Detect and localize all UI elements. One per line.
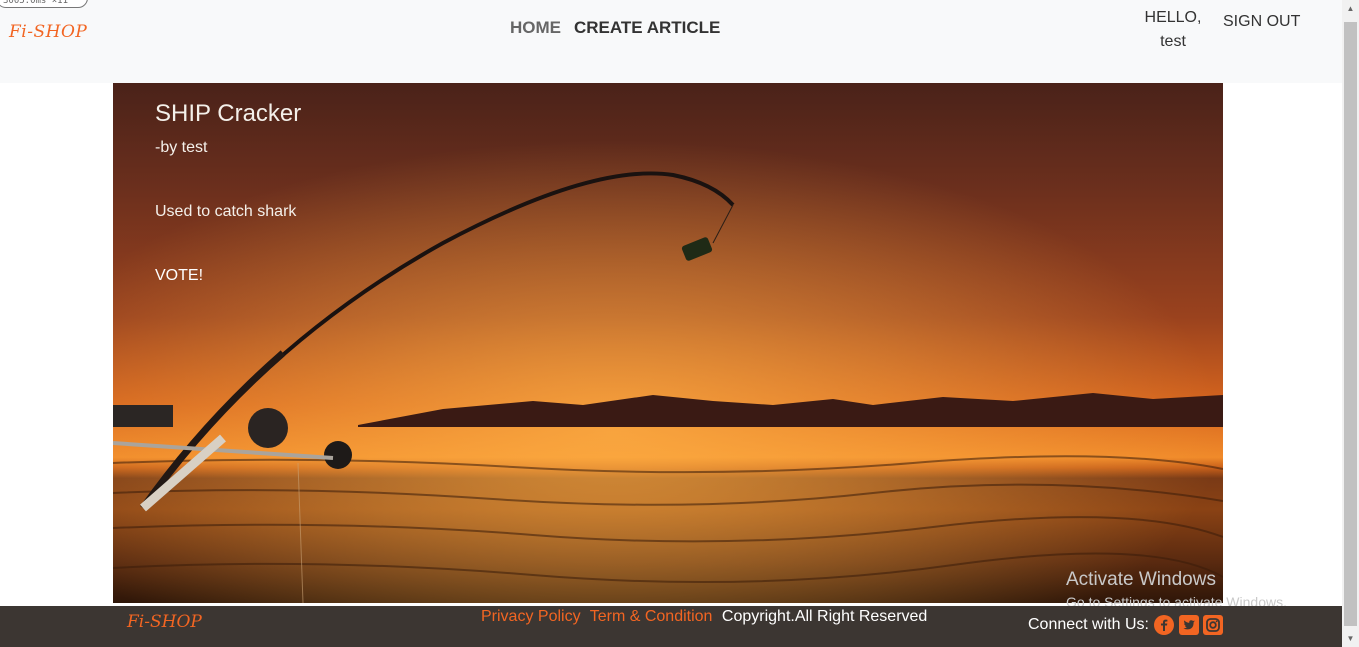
- fishing-sunset-image: [113, 83, 1223, 603]
- article-description: Used to catch shark: [155, 203, 297, 220]
- facebook-icon[interactable]: [1154, 615, 1174, 635]
- nav-create-article-link[interactable]: CREATE ARTICLE: [574, 18, 720, 38]
- username-text: test: [1160, 33, 1186, 50]
- greeting-text: HELLO,: [1144, 9, 1202, 26]
- top-navbar: 3005.0ms ×11 Fi-SHOP HOME CREATE ARTICLE…: [0, 0, 1342, 83]
- privacy-policy-link[interactable]: Privacy Policy: [481, 608, 581, 625]
- fps-counter: 3005.0ms ×11: [0, 0, 88, 8]
- connect-label: Connect with Us:: [1028, 616, 1149, 633]
- scrollbar-thumb[interactable]: [1344, 22, 1357, 626]
- footer-brand-logo[interactable]: Fi-SHOP: [127, 612, 202, 632]
- activation-watermark-title: Activate Windows: [1066, 569, 1216, 590]
- twitter-icon[interactable]: [1179, 615, 1199, 635]
- vote-button[interactable]: VOTE!: [155, 267, 203, 285]
- sign-out-link[interactable]: SIGN OUT: [1223, 13, 1300, 31]
- user-greeting: HELLO, test: [1136, 6, 1210, 54]
- copyright-text: Copyright.All Right Reserved: [721, 608, 928, 625]
- brand-logo[interactable]: Fi-SHOP: [9, 22, 87, 42]
- scroll-up-arrow-icon[interactable]: ▲: [1342, 0, 1359, 17]
- instagram-icon[interactable]: [1203, 615, 1223, 635]
- footer-links: Privacy Policy Term & Condition Copyrigh…: [481, 608, 927, 626]
- article-title: SHIP Cracker: [155, 100, 302, 127]
- article-author: -by test: [155, 139, 208, 156]
- scroll-down-arrow-icon[interactable]: ▼: [1342, 630, 1359, 647]
- terms-link[interactable]: Term & Condition: [590, 608, 713, 625]
- vertical-scrollbar[interactable]: ▲ ▼: [1342, 0, 1359, 647]
- page-footer: Fi-SHOP Privacy Policy Term & Condition …: [0, 606, 1342, 647]
- nav-home-link[interactable]: HOME: [510, 18, 561, 38]
- article-card: SHIP Cracker -by test Used to catch shar…: [113, 83, 1223, 603]
